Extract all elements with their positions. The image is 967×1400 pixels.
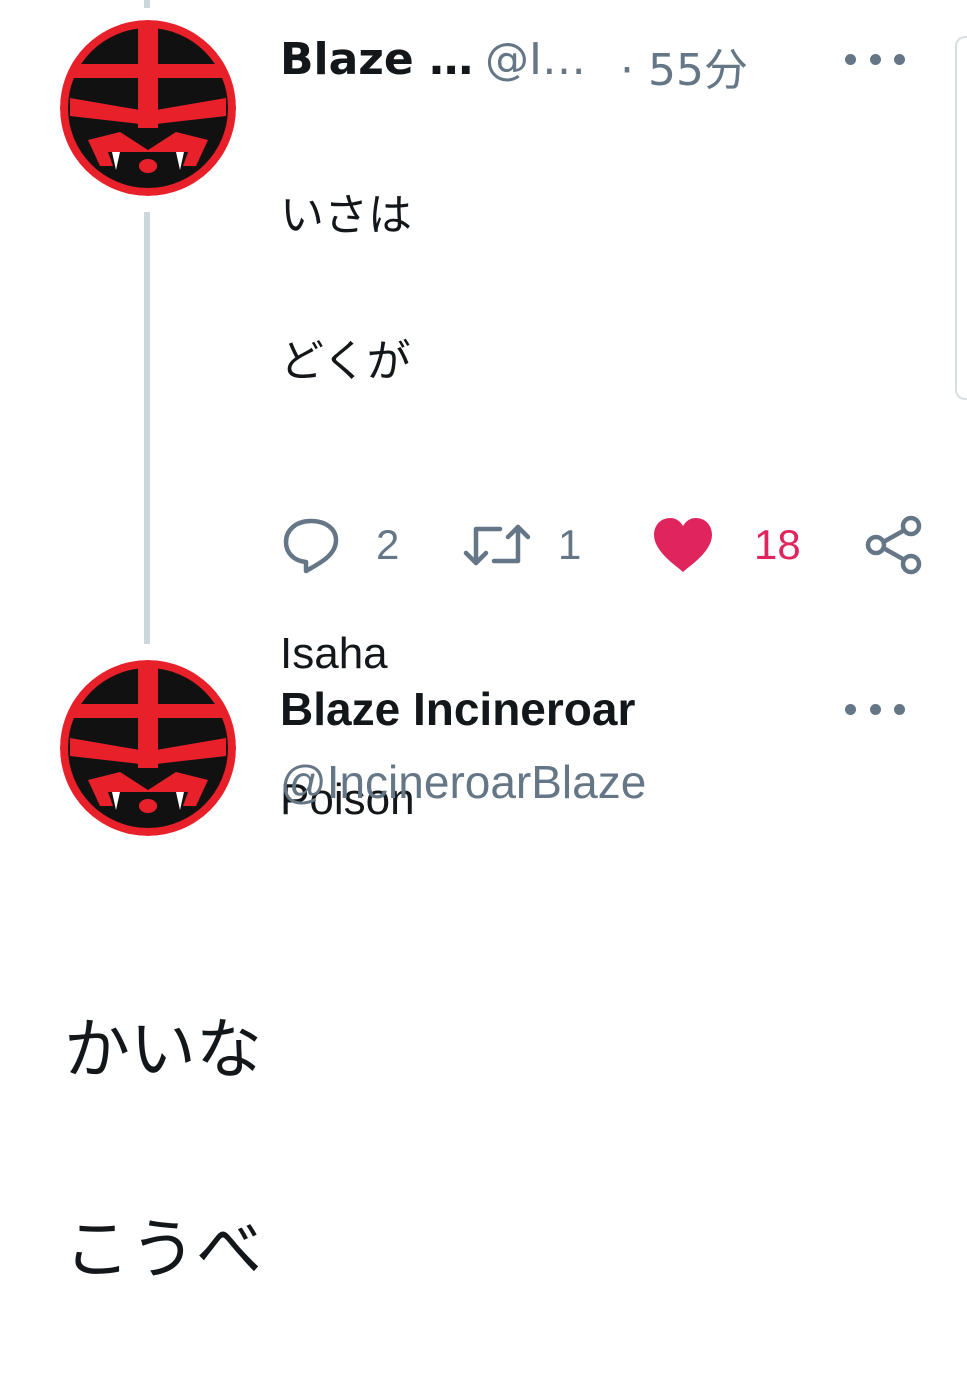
user-handle[interactable]: @I… <box>485 34 586 85</box>
timestamp[interactable]: · 55分 <box>620 34 748 98</box>
reply-count: 2 <box>376 521 400 568</box>
retweet-count: 1 <box>558 521 582 568</box>
user-handle[interactable]: @IncineroarBlaze <box>280 755 646 809</box>
avatar-image <box>60 20 236 196</box>
share-icon <box>865 515 922 575</box>
time-value: 55分 <box>648 45 748 96</box>
reply-bubble-icon <box>283 518 339 574</box>
more-options-button[interactable] <box>845 44 905 74</box>
like-count: 18 <box>754 521 801 568</box>
share-button[interactable] <box>864 510 924 580</box>
more-dot <box>869 703 881 715</box>
avatar[interactable] <box>60 660 236 836</box>
avatar-image <box>60 660 236 836</box>
retweet-button[interactable]: 1 <box>462 510 581 580</box>
tweet-text: かいな こうべ <box>64 900 262 1400</box>
tweet-action-bar: 2 1 18 <box>280 510 940 580</box>
retweet-arrows-icon <box>463 524 531 566</box>
tweet-text-line: いさは <box>280 190 412 241</box>
display-name[interactable]: Blaze Incineroar <box>280 682 635 736</box>
scrollbar-edge <box>955 36 967 400</box>
thread-line-top <box>144 0 150 8</box>
time-separator: · <box>620 45 634 96</box>
more-dot <box>894 53 905 65</box>
avatar[interactable] <box>60 20 236 196</box>
more-dots-icon <box>845 53 856 65</box>
tweet-text-line: どくが <box>280 336 411 387</box>
thread-connector-line <box>144 212 150 644</box>
more-dots-icon <box>845 703 856 715</box>
tweet-text-line: こうべ <box>64 1211 262 1288</box>
tweet-text-line: かいな <box>64 1011 262 1088</box>
tweet-text-line: Isaha <box>280 629 388 678</box>
heart-icon <box>654 518 712 572</box>
display-name[interactable]: Blaze … <box>280 34 473 85</box>
reply-button[interactable]: 2 <box>282 510 399 580</box>
more-dot <box>894 703 905 715</box>
more-dot <box>869 53 881 65</box>
like-button[interactable]: 18 <box>652 510 801 580</box>
more-options-button[interactable] <box>845 694 905 724</box>
